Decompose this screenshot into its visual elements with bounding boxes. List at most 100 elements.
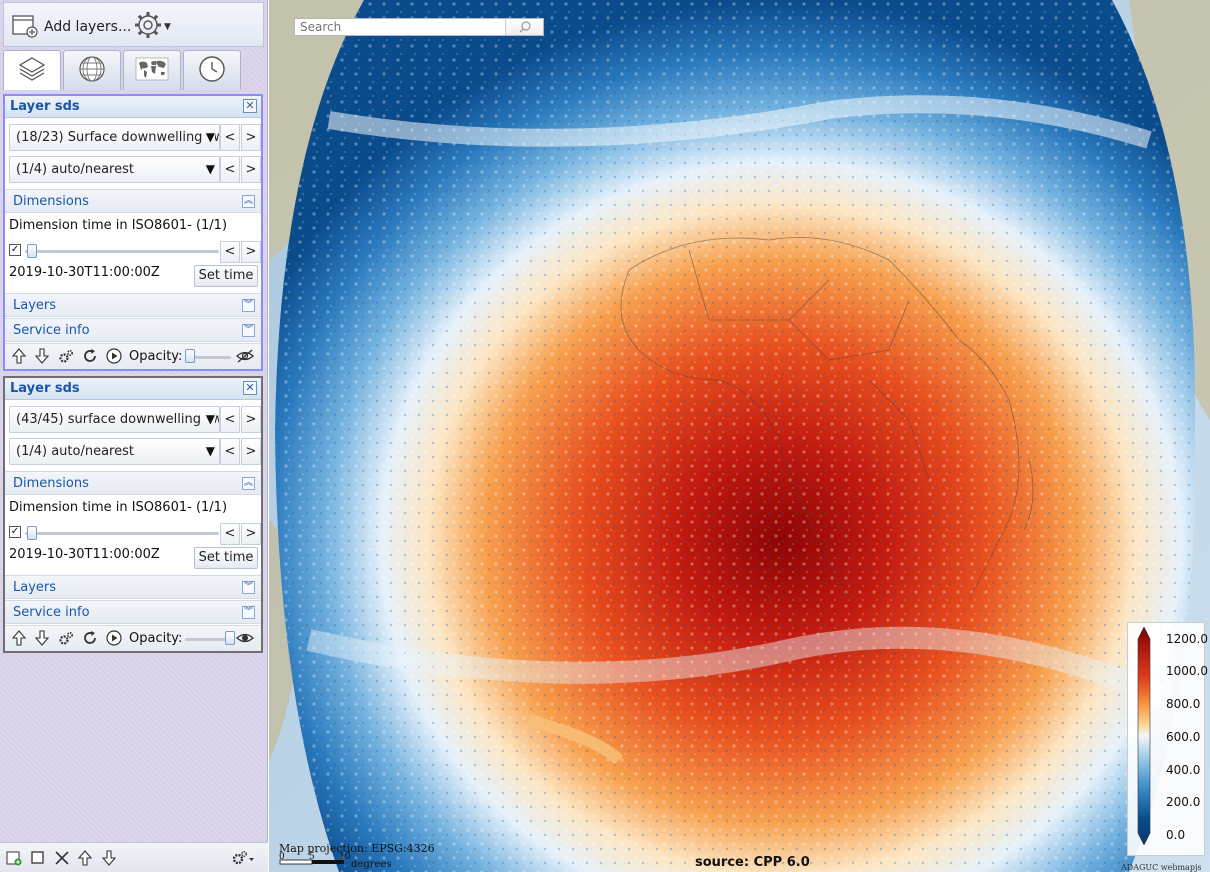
move-up-icon[interactable] bbox=[77, 850, 93, 866]
close-icon[interactable]: ✕ bbox=[243, 381, 257, 395]
chevron-down-icon: ▼ bbox=[203, 439, 215, 464]
source-label: source: CPP 6.0 bbox=[695, 855, 810, 870]
legend-tick-label: 400.0 bbox=[1166, 763, 1201, 777]
time-checkbox[interactable]: ✓ bbox=[9, 526, 21, 538]
search-box bbox=[294, 18, 544, 36]
clock-icon bbox=[197, 54, 227, 88]
set-time-button[interactable]: Set time bbox=[194, 265, 258, 287]
sidebar: Add layers... ▼ Layer sds ✕ (18/23) Surf… bbox=[0, 0, 268, 872]
world-map-icon bbox=[135, 56, 169, 86]
set-time-button[interactable]: Set time bbox=[194, 547, 258, 569]
tab-globe[interactable] bbox=[63, 50, 121, 90]
legend-tick-label: 1200.0 bbox=[1166, 632, 1208, 646]
settings-dropdown-button[interactable]: ▼ bbox=[132, 9, 171, 45]
search-input[interactable] bbox=[295, 19, 519, 35]
play-icon[interactable] bbox=[106, 630, 122, 646]
settings-menu-icon[interactable] bbox=[231, 850, 254, 866]
move-up-icon[interactable] bbox=[11, 630, 27, 646]
layer-settings-icon[interactable] bbox=[58, 348, 74, 364]
style-select-value: (18/23) Surface downwelling sw bbox=[16, 130, 220, 145]
layer-settings-icon[interactable] bbox=[58, 630, 74, 646]
opacity-slider[interactable] bbox=[225, 631, 235, 645]
layer-panel-header: Layer sds ✕ bbox=[5, 378, 261, 400]
chevron-down-icon: ▼ bbox=[203, 157, 215, 182]
tab-time[interactable] bbox=[183, 50, 241, 90]
eye-icon[interactable] bbox=[236, 630, 254, 646]
style-prev-button[interactable]: < bbox=[220, 124, 240, 151]
time-next-button[interactable]: > bbox=[241, 523, 261, 545]
render-next-button[interactable]: > bbox=[241, 156, 261, 183]
collapse-icon[interactable]: ︽ bbox=[242, 195, 255, 208]
service-info-label: Service info bbox=[13, 323, 90, 338]
expand-icon[interactable]: ︾ bbox=[242, 606, 255, 619]
map-projection-label: Map projection: EPSG:4326 bbox=[279, 842, 435, 855]
time-slider-track bbox=[25, 532, 219, 535]
layers-section-header[interactable]: Layers ︾ bbox=[5, 293, 261, 317]
map-viewport[interactable]: 1200.0 1000.0 800.0 600.0 400.0 200.0 0.… bbox=[269, 0, 1210, 872]
time-slider-thumb[interactable] bbox=[27, 244, 37, 258]
expand-icon[interactable]: ︾ bbox=[242, 299, 255, 312]
move-down-icon[interactable] bbox=[101, 850, 117, 866]
style-next-button[interactable]: > bbox=[241, 406, 261, 433]
style-select[interactable]: (43/45) surface downwelling sw ▼ bbox=[9, 406, 220, 433]
render-next-button[interactable]: > bbox=[241, 438, 261, 465]
time-prev-button[interactable]: < bbox=[220, 523, 240, 545]
layers-section-header[interactable]: Layers ︾ bbox=[5, 575, 261, 599]
chevron-down-icon: ▼ bbox=[203, 407, 215, 432]
opacity-slider[interactable] bbox=[185, 349, 195, 363]
legend-tick-label: 800.0 bbox=[1166, 697, 1201, 711]
render-method-select[interactable]: (1/4) auto/nearest ▼ bbox=[9, 438, 220, 465]
refresh-icon[interactable] bbox=[82, 630, 98, 646]
dimensions-section-header[interactable]: Dimensions ︽ bbox=[5, 471, 261, 495]
expand-icon[interactable]: ︾ bbox=[242, 581, 255, 594]
move-down-icon[interactable] bbox=[34, 630, 50, 646]
dimensions-section-header[interactable]: Dimensions ︽ bbox=[5, 189, 261, 213]
layer-panel-header: Layer sds ✕ bbox=[5, 96, 261, 118]
opacity-label: Opacity: bbox=[129, 631, 183, 646]
layers-stack-icon bbox=[17, 54, 47, 88]
render-method-value: (1/4) auto/nearest bbox=[16, 444, 134, 459]
style-prev-button[interactable]: < bbox=[220, 406, 240, 433]
close-icon[interactable]: ✕ bbox=[243, 99, 257, 113]
time-value: 2019-10-30T11:00:00Z bbox=[9, 265, 160, 280]
service-info-section-header[interactable]: Service info ︾ bbox=[5, 600, 261, 624]
time-prev-button[interactable]: < bbox=[220, 241, 240, 263]
time-slider-thumb[interactable] bbox=[27, 526, 37, 540]
add-layers-button[interactable]: Add layers... bbox=[12, 11, 131, 43]
render-method-select[interactable]: (1/4) auto/nearest ▼ bbox=[9, 156, 220, 183]
layer-panel-title: Layer sds bbox=[10, 99, 80, 114]
tab-basemap[interactable] bbox=[123, 50, 181, 90]
search-button[interactable] bbox=[505, 19, 543, 35]
layer-panel-title: Layer sds bbox=[10, 381, 80, 396]
render-prev-button[interactable]: < bbox=[220, 438, 240, 465]
service-info-section-header[interactable]: Service info ︾ bbox=[5, 318, 261, 342]
time-slider[interactable]: ✓ bbox=[9, 526, 219, 542]
expand-icon[interactable]: ︾ bbox=[242, 324, 255, 337]
render-method-value: (1/4) auto/nearest bbox=[16, 162, 134, 177]
new-layer-icon[interactable] bbox=[6, 850, 22, 866]
refresh-icon[interactable] bbox=[82, 348, 98, 364]
play-icon[interactable] bbox=[106, 348, 122, 364]
style-next-button[interactable]: > bbox=[241, 124, 261, 151]
layer-panel-1: Layer sds ✕ (18/23) Surface downwelling … bbox=[3, 94, 263, 371]
time-checkbox[interactable]: ✓ bbox=[9, 244, 21, 256]
scale-label: 10 bbox=[339, 852, 351, 862]
move-down-icon[interactable] bbox=[34, 348, 50, 364]
render-prev-button[interactable]: < bbox=[220, 156, 240, 183]
dimension-time-label: Dimension time in ISO8601- (1/1) bbox=[9, 218, 228, 233]
service-info-label: Service info bbox=[13, 605, 90, 620]
layer-panel-2: Layer sds ✕ (43/45) surface downwelling … bbox=[3, 376, 263, 653]
legend-tick-label: 1000.0 bbox=[1166, 664, 1208, 678]
delete-icon[interactable] bbox=[54, 850, 70, 866]
collapse-icon[interactable]: ︽ bbox=[242, 477, 255, 490]
style-select[interactable]: (18/23) Surface downwelling sw ▼ bbox=[9, 124, 220, 151]
time-slider[interactable]: ✓ bbox=[9, 244, 219, 260]
time-next-button[interactable]: > bbox=[241, 241, 261, 263]
tab-layers[interactable] bbox=[3, 50, 61, 90]
top-toolbar: Add layers... ▼ bbox=[3, 2, 264, 47]
time-slider-track bbox=[25, 250, 219, 253]
duplicate-icon[interactable] bbox=[30, 850, 46, 866]
hidden-eye-icon[interactable] bbox=[236, 348, 254, 364]
dropdown-arrow-icon: ▼ bbox=[164, 22, 171, 32]
move-up-icon[interactable] bbox=[11, 348, 27, 364]
